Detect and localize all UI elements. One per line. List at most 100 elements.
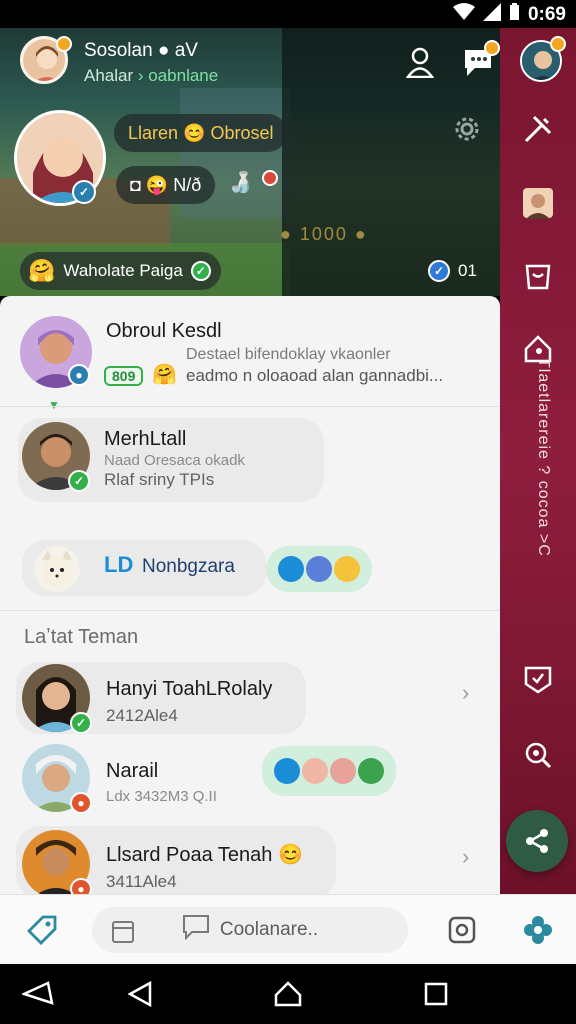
- app-title: Sosolan ● aV: [84, 40, 198, 61]
- flower-icon: [524, 916, 552, 944]
- chat-name: MerhLtall: [104, 428, 187, 450]
- verified-icon: ✓: [428, 260, 450, 282]
- rail-vertical-label: Tlaetlarereie ? cocoa >C: [535, 358, 552, 557]
- compose-input[interactable]: Coolanare..: [92, 907, 408, 953]
- wifi-icon: [452, 3, 475, 26]
- count-value: 01: [458, 261, 477, 280]
- chat-preview-line1: Destael bifendoklay vkaonler: [186, 346, 391, 363]
- user-badge: ●: [68, 364, 90, 386]
- tag-button[interactable]: [22, 910, 62, 950]
- link-icon: L⁠D: [104, 552, 134, 577]
- rail-contact-button[interactable]: [519, 184, 557, 222]
- rail-tools-button[interactable]: [519, 110, 557, 148]
- tag-emoji: 🤗: [152, 364, 177, 386]
- friend-row[interactable]: ● Narail Ldx 3432M3 Q.II: [0, 740, 500, 820]
- divider: [0, 406, 500, 407]
- nav-back-button[interactable]: [122, 978, 158, 1010]
- search-icon: [525, 742, 552, 769]
- drink-icon: 🍶: [228, 172, 253, 194]
- profile-hero: Sosolan ● aV Ahalar › oabnlane ✓ Llaren …: [0, 28, 500, 296]
- smile-reaction-icon: [334, 556, 360, 582]
- chat-name: Obroul Kesdl: [106, 320, 222, 342]
- message-icon: [182, 914, 210, 946]
- face-reaction-icon: [302, 758, 328, 784]
- chat-row[interactable]: ● Obroul Kesdl Destael bifendoklay vkaon…: [0, 296, 500, 412]
- rail-avatar-badge: [550, 36, 566, 52]
- status-emoji-icon: 🤗: [28, 258, 56, 283]
- friend-sub: 2412Ale4: [106, 706, 178, 725]
- globe-reaction-icon: [306, 556, 332, 582]
- heart-reaction-icon: [274, 758, 300, 784]
- divider: [0, 610, 500, 611]
- basket-icon: [525, 264, 551, 290]
- chat-tag: 809: [104, 366, 144, 386]
- bottom-bar: Coolanare..: [0, 894, 576, 964]
- chevron-right-icon[interactable]: ›: [462, 680, 469, 706]
- online-badge: ✓: [70, 712, 92, 734]
- tag-icon: [27, 915, 57, 945]
- back-arrow-icon: [22, 981, 54, 1005]
- nav-recents-button[interactable]: [418, 978, 454, 1010]
- nav-back-alt-button[interactable]: [20, 978, 56, 1010]
- subtitle-prefix: Ahalar: [84, 66, 134, 85]
- status-bar: 0:69: [0, 0, 576, 28]
- face-reaction-icon: [330, 758, 356, 784]
- tools-icon: [524, 115, 552, 143]
- chat-preview-line1: Naad Oresaca okadk: [104, 452, 245, 469]
- back-triangle-icon: [128, 981, 152, 1007]
- rail-basket-button[interactable]: [519, 256, 557, 294]
- friend-name: Hanyi ToahLRolaly: [106, 678, 273, 700]
- friend-name: Llsard Poaa Tenah 😊: [106, 844, 303, 866]
- header-subtitle[interactable]: Ahalar › oabnlane: [84, 66, 218, 86]
- signal-icon: [482, 3, 501, 26]
- camera-button[interactable]: [442, 910, 482, 950]
- calendar-icon[interactable]: [112, 919, 134, 949]
- nav-home-button[interactable]: [270, 978, 306, 1010]
- side-rail: Tlaetlarereie ? cocoa >C: [500, 28, 576, 894]
- profile-status-badge: ✓: [72, 180, 96, 204]
- status-chip[interactable]: 🤗 Waholate Paiga ✓: [20, 252, 221, 290]
- rail-search-button[interactable]: [519, 736, 557, 774]
- compose-placeholder: Coolanare..: [219, 919, 319, 940]
- reaction-chip[interactable]: ◘ 😜 N/ð: [116, 166, 216, 204]
- frog-reaction-icon: [358, 758, 384, 784]
- chat-row[interactable]: ✓ MerhLtall Naad Oresaca okadk Rlaf srin…: [0, 414, 500, 506]
- friend-sub: 3411Ale4: [106, 872, 177, 891]
- share-nodes-icon: [526, 829, 548, 853]
- home-outline-icon: [274, 981, 302, 1007]
- follower-count[interactable]: ✓ 01: [428, 260, 477, 282]
- header-avatar-badge: [56, 36, 72, 52]
- link-label: Nonbgzara: [142, 556, 235, 577]
- online-badge: ✓: [68, 470, 90, 492]
- chat-preview-line2: eadmo n oloaoad alan gannadbi...: [186, 366, 444, 385]
- cat-avatar: [34, 546, 80, 592]
- shield-check-icon: [524, 666, 552, 694]
- clock: 0:69: [527, 3, 566, 25]
- shared-link-row[interactable]: L⁠D Nonbgzara: [0, 540, 500, 600]
- chat-panel: ● Obroul Kesdl Destael bifendoklay vkaon…: [0, 296, 500, 894]
- share-fab[interactable]: [506, 810, 568, 872]
- chevron-right-icon[interactable]: ›: [462, 844, 469, 870]
- friend-sub: Ldx 3432M3 Q.II: [106, 788, 217, 805]
- person-icon: [406, 47, 434, 78]
- expand-caret-icon[interactable]: ▼: [48, 398, 60, 412]
- friend-row[interactable]: ● Llsard Poaa Tenah 😊 3411Ale4 ›: [0, 826, 500, 894]
- friend-row[interactable]: ✓ Hanyi ToahLRolaly 2412Ale4 ›: [0, 660, 500, 738]
- section-title: Laʼtat Teman: [24, 626, 139, 648]
- reaction-group[interactable]: [262, 746, 396, 796]
- settings-button[interactable]: [454, 116, 480, 147]
- contact-avatar-icon: [523, 188, 553, 219]
- chat-preview-line2: Rlaf sriny TPIs: [104, 470, 215, 489]
- rail-badge-button[interactable]: [519, 660, 557, 698]
- reaction-group[interactable]: [266, 546, 372, 592]
- check-icon: ✓: [190, 261, 211, 281]
- blurred-text: ● 1000 ●: [280, 224, 368, 244]
- greeting-chip[interactable]: Llaren 😊 Obrosel: [114, 114, 288, 152]
- camera-icon: [448, 916, 476, 944]
- settings-flower-button[interactable]: [518, 910, 558, 950]
- away-badge: ●: [70, 878, 92, 894]
- profile-button[interactable]: [400, 42, 440, 82]
- alert-dot: [262, 170, 278, 186]
- status-label: Waholate Paiga: [63, 261, 183, 280]
- subtitle-link[interactable]: › oabnlane: [138, 66, 218, 85]
